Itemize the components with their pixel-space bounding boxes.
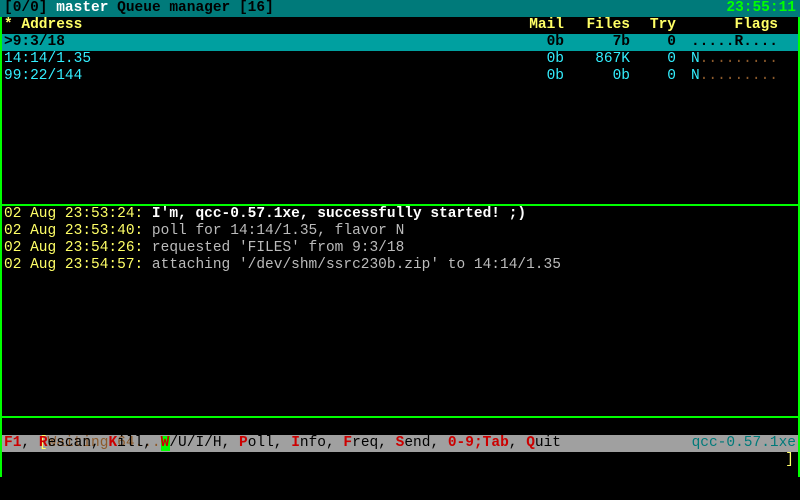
hotkey[interactable]: Rescan,	[39, 435, 109, 451]
hotkey[interactable]: Send,	[396, 435, 448, 451]
log-pane: 02 Aug 23:53:24: I'm, qcc-0.57.1xe, succ…	[0, 206, 800, 416]
frame-border-left	[0, 17, 2, 477]
hotkey[interactable]: W/U/I/H,	[161, 435, 239, 451]
col-address: * Address	[4, 17, 512, 34]
log-line: 02 Aug 23:53:24: I'm, qcc-0.57.1xe, succ…	[4, 206, 796, 223]
hotkey-hints: F1, Rescan, Kill, W/U/I/H, Poll, Info, F…	[4, 435, 561, 452]
title-text: [0/0] master Queue manager [16]	[4, 0, 274, 17]
hotkey[interactable]: Poll,	[239, 435, 291, 451]
log-line: 02 Aug 23:54:26: requested 'FILES' from …	[4, 240, 796, 257]
footer-bar: F1, Rescan, Kill, W/U/I/H, Poll, Info, F…	[0, 435, 800, 452]
col-mail: Mail	[512, 17, 564, 34]
clock: 23:55:11	[726, 0, 796, 17]
queue-list[interactable]: >9:3/180b7b0.....R.... 14:14/1.350b867K0…	[0, 34, 800, 204]
hotkey[interactable]: 0-9;Tab,	[448, 435, 526, 451]
hotkey[interactable]: Kill,	[108, 435, 160, 451]
table-row[interactable]: >9:3/180b7b0.....R....	[0, 34, 800, 51]
col-try: Try	[630, 17, 676, 34]
log-line: 02 Aug 23:53:40: poll for 14:14/1.35, fl…	[4, 223, 796, 240]
col-flags: Flags	[676, 17, 786, 34]
app-root: [0/0] master Queue manager [16] 23:55:11…	[0, 0, 800, 500]
hotkey[interactable]: Info,	[291, 435, 343, 451]
status-line: [Waiting 64... ]	[0, 418, 800, 435]
hotkey[interactable]: F1,	[4, 435, 39, 451]
status-bracket-close: ]	[785, 452, 794, 468]
column-headers: * Address Mail Files Try Flags	[0, 17, 800, 34]
table-row[interactable]: 14:14/1.350b867K0N.........	[0, 51, 800, 68]
title-bar: [0/0] master Queue manager [16] 23:55:11	[0, 0, 800, 17]
col-files: Files	[564, 17, 630, 34]
hotkey[interactable]: Quit	[526, 435, 561, 451]
hotkey[interactable]: Freq,	[343, 435, 395, 451]
log-line: 02 Aug 23:54:57: attaching '/dev/shm/ssr…	[4, 257, 796, 274]
brand-label: qcc-0.57.1xe	[692, 435, 796, 452]
table-row[interactable]: 99:22/1440b0b0N.........	[0, 68, 800, 85]
